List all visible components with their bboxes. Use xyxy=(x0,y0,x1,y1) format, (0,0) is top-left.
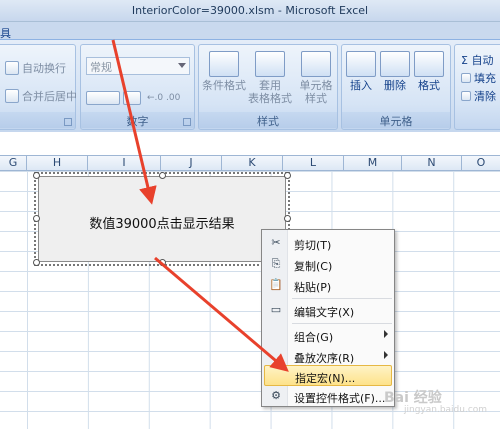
watermark-url: jingyan.baidu.com xyxy=(404,405,488,415)
clear-label: 清除 xyxy=(474,90,496,103)
paste-icon: 📋 xyxy=(269,278,283,291)
watermark-logo: Bai 经验 xyxy=(384,390,442,406)
format-cells-button[interactable]: 格式 xyxy=(406,51,452,92)
menu-separator xyxy=(292,323,392,324)
wrap-text-label: 自动换行 xyxy=(22,62,66,75)
resize-handle-bottom[interactable] xyxy=(159,259,166,266)
cells-group: 插入 删除 格式 单元格 xyxy=(341,44,451,130)
cell-styles-icon xyxy=(301,51,331,77)
column-header: G H I J K L M N O xyxy=(0,155,500,171)
menu-item-order[interactable]: 叠放次序(R) xyxy=(264,346,392,367)
tab-fragment[interactable]: 具 xyxy=(0,25,11,41)
format-as-table-button[interactable]: 套用 表格格式 xyxy=(247,51,293,105)
menu-item-order-label: 叠放次序(R) xyxy=(294,352,355,365)
cell-styles-label-1: 单元格 xyxy=(299,79,333,92)
submenu-arrow-icon xyxy=(384,351,388,359)
menu-item-assign-macro[interactable]: 指定宏(N)... xyxy=(264,365,392,386)
menu-item-copy-label: 复制(C) xyxy=(294,260,333,273)
format-label: 格式 xyxy=(418,79,440,92)
conditional-format-button[interactable]: 条件格式 xyxy=(201,51,247,92)
menu-item-cut-label: 剪切(T) xyxy=(294,239,332,252)
increase-decimal-label: ←.0 .00 xyxy=(147,93,181,103)
format-as-table-label-1: 套用 xyxy=(259,79,281,92)
column-header-L[interactable]: L xyxy=(283,156,344,171)
column-header-M[interactable]: M xyxy=(344,156,402,171)
styles-group: 条件格式 套用 表格格式 单元格 样式 样式 xyxy=(198,44,338,130)
title-bar: InteriorColor=39000.xlsm - Microsoft Exc… xyxy=(0,0,500,22)
column-header-J[interactable]: J xyxy=(161,156,222,171)
alignment-launcher-icon[interactable] xyxy=(64,118,72,126)
fill-icon xyxy=(461,73,471,83)
column-header-G[interactable]: G xyxy=(0,156,27,171)
menu-item-group-label: 组合(G) xyxy=(294,331,334,344)
form-button-caption: 数值39000点击显示结果 xyxy=(89,217,235,232)
resize-handle-top-left[interactable] xyxy=(33,172,40,179)
merge-center-label: 合并后居中 xyxy=(22,90,77,103)
alignment-group: 自动换行 合并后居中 ▾ xyxy=(0,44,86,130)
menu-item-paste-label: 粘贴(P) xyxy=(294,281,332,294)
number-format-dropdown[interactable]: 常规 xyxy=(86,57,190,75)
conditional-format-label: 条件格式 xyxy=(202,79,246,92)
ribbon: 自动换行 合并后居中 ▾ 常规 ←.0 .00 数字 条件格式 xyxy=(0,40,500,132)
eraser-icon xyxy=(461,91,471,101)
edit-text-icon: ▭ xyxy=(270,303,282,316)
cells-group-label: 单元格 xyxy=(342,112,450,128)
wrap-text-button[interactable]: 自动换行 xyxy=(5,59,66,77)
resize-handle-left[interactable] xyxy=(33,215,40,222)
column-header-H[interactable]: H xyxy=(27,156,88,171)
chevron-down-icon xyxy=(178,63,186,68)
fill-button[interactable]: 填充 xyxy=(461,69,496,87)
resize-handle-top-right[interactable] xyxy=(284,172,291,179)
menu-item-format-control-label: 设置控件格式(F)... xyxy=(294,392,386,405)
number-group: 常规 ←.0 .00 数字 xyxy=(80,44,195,130)
menu-item-edit-text-label: 编辑文字(X) xyxy=(294,306,355,319)
resize-handle-right[interactable] xyxy=(284,215,291,222)
merge-center-button[interactable]: 合并后居中 ▾ xyxy=(5,87,86,105)
conditional-format-icon xyxy=(209,51,239,77)
styles-group-label: 样式 xyxy=(199,112,337,128)
window-title: InteriorColor=39000.xlsm - Microsoft Exc… xyxy=(131,4,369,17)
menu-item-paste[interactable]: 📋 粘贴(P) xyxy=(264,275,392,296)
column-header-O[interactable]: O xyxy=(462,156,500,171)
autosum-label: Σ 自动 xyxy=(461,54,494,67)
fill-label: 填充 xyxy=(474,72,496,85)
cell-styles-button[interactable]: 单元格 样式 xyxy=(293,51,339,105)
editing-group: Σ 自动 填充 清除 xyxy=(454,44,500,130)
menu-item-format-control[interactable]: ⚙ 设置控件格式(F)... xyxy=(264,386,392,407)
resize-handle-top[interactable] xyxy=(159,172,166,179)
copy-icon: ⎘ xyxy=(271,257,281,270)
accounting-icon xyxy=(86,91,120,105)
number-launcher-icon[interactable] xyxy=(183,118,191,126)
autosum-button[interactable]: Σ 自动 xyxy=(461,51,493,69)
number-group-label: 数字 xyxy=(81,112,194,128)
merge-center-icon xyxy=(5,89,19,103)
context-menu: ✂ 剪切(T) ⎘ 复制(C) 📋 粘贴(P) ▭ 编辑文字(X) 组合(G) … xyxy=(261,229,395,407)
resize-handle-bottom-left[interactable] xyxy=(33,259,40,266)
format-as-table-icon xyxy=(255,51,285,77)
menu-item-group[interactable]: 组合(G) xyxy=(264,325,392,346)
menu-separator xyxy=(292,298,392,299)
accounting-format-button[interactable] xyxy=(86,89,141,107)
column-header-I[interactable]: I xyxy=(88,156,161,171)
wrap-text-icon xyxy=(5,61,19,75)
cell-styles-label-2: 样式 xyxy=(305,92,327,105)
column-header-K[interactable]: K xyxy=(222,156,283,171)
format-control-icon: ⚙ xyxy=(271,389,281,402)
clear-button[interactable]: 清除 xyxy=(461,87,496,105)
percent-icon xyxy=(123,91,141,105)
column-header-N[interactable]: N xyxy=(402,156,462,171)
increase-decimal-button[interactable]: ←.0 .00 xyxy=(147,89,180,107)
menu-item-copy[interactable]: ⎘ 复制(C) xyxy=(264,254,392,275)
ribbon-tab-row: 具 xyxy=(0,22,500,40)
format-as-table-label-2: 表格格式 xyxy=(248,92,292,105)
menu-item-edit-text[interactable]: ▭ 编辑文字(X) xyxy=(264,300,392,321)
number-format-value: 常规 xyxy=(90,61,112,74)
scissors-icon: ✂ xyxy=(271,236,281,249)
submenu-arrow-icon xyxy=(384,330,388,338)
form-control-button[interactable]: 数值39000点击显示结果 xyxy=(38,176,286,262)
menu-item-cut[interactable]: ✂ 剪切(T) xyxy=(264,233,392,254)
format-cells-icon xyxy=(414,51,444,77)
menu-item-assign-macro-label: 指定宏(N)... xyxy=(295,372,356,385)
